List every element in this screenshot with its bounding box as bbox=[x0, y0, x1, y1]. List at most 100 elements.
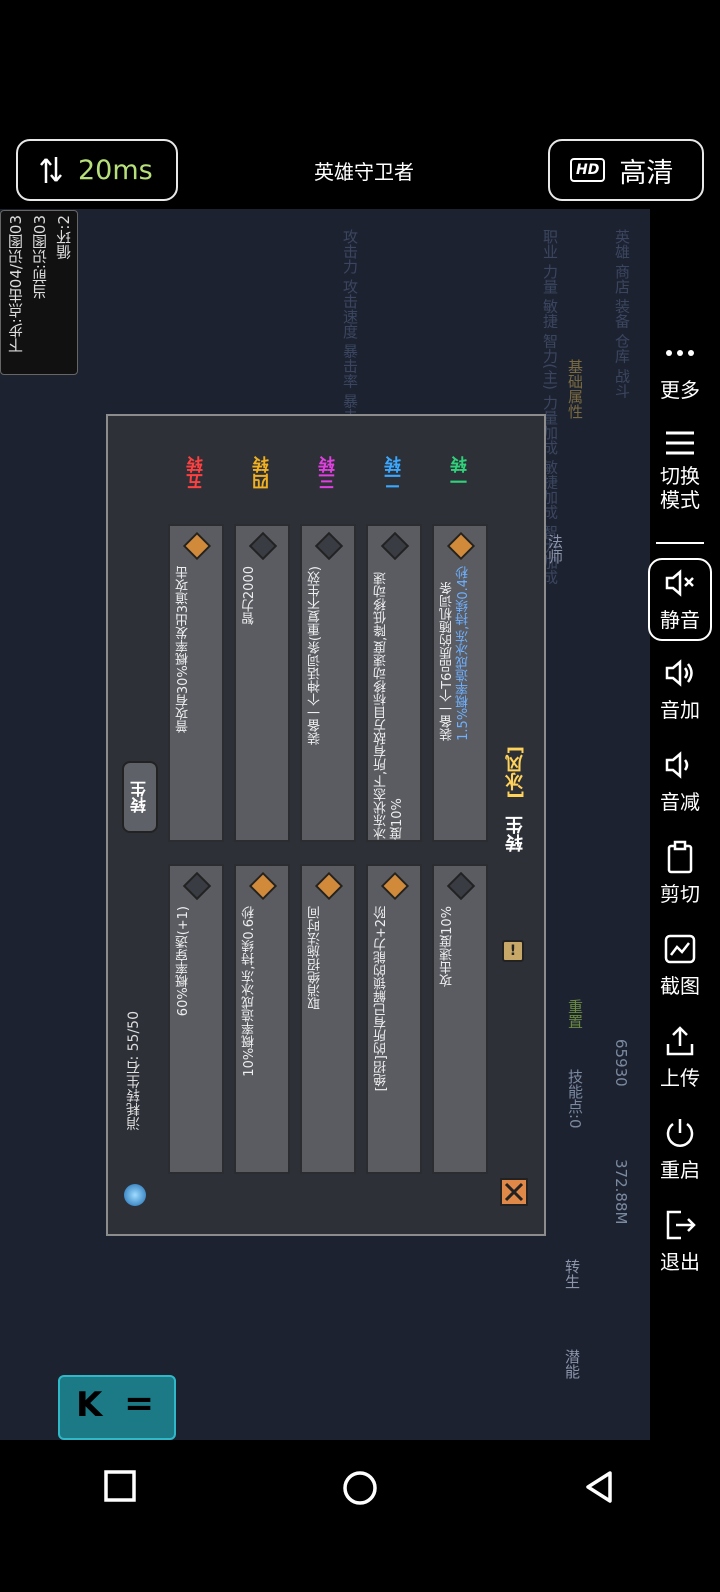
tier-1-option-a[interactable]: 装备一个T6品质的随机词条 1.5%概率造成冰冻,持续0.4秒 bbox=[432, 524, 488, 842]
tier-4-label: 四转 bbox=[253, 456, 273, 490]
image-chart-icon bbox=[664, 934, 696, 964]
info-icon[interactable]: ! bbox=[502, 940, 524, 962]
more-button[interactable]: 更多 bbox=[650, 336, 710, 403]
home-circle-icon[interactable] bbox=[342, 1470, 378, 1506]
tier-5-option-b[interactable]: 60%概率穿透(+1) bbox=[168, 864, 224, 1174]
option-text: 攻击速度10% bbox=[440, 906, 455, 987]
toolbar-divider bbox=[656, 542, 704, 544]
system-nav-bar bbox=[0, 1440, 650, 1592]
bg-skill-points: 技能点:0 bbox=[566, 1069, 584, 1129]
cut-label: 剪切 bbox=[660, 882, 700, 906]
volume-down-button[interactable]: 音减 bbox=[650, 748, 710, 815]
exit-label: 退出 bbox=[660, 1250, 700, 1274]
volume-up-label: 音加 bbox=[660, 698, 700, 722]
upload-icon bbox=[666, 1026, 694, 1056]
switch-mode-button[interactable]: 切换 模式 bbox=[650, 426, 710, 512]
unselected-diamond-icon bbox=[380, 531, 410, 561]
tier-2-label: 二转 bbox=[385, 456, 405, 490]
selected-diamond-icon bbox=[248, 871, 278, 901]
restart-button[interactable]: 重启 bbox=[650, 1116, 710, 1183]
element-tag: [冰风] bbox=[505, 746, 526, 799]
tier-4-option-a[interactable]: 智力2000 bbox=[234, 524, 290, 842]
exit-button[interactable]: 退出 bbox=[650, 1208, 710, 1275]
hamburger-icon bbox=[666, 431, 694, 455]
volume-down-icon bbox=[665, 751, 689, 779]
cut-button[interactable]: 剪切 bbox=[650, 840, 710, 907]
macro-status-panel: 循环:2 当前:识图03 下步:点击04/识图03 bbox=[0, 210, 78, 375]
unselected-diamond-icon bbox=[182, 871, 212, 901]
rebirth-button-label: 转生 bbox=[130, 781, 149, 813]
close-button[interactable] bbox=[500, 1178, 528, 1206]
hd-icon: HD bbox=[570, 158, 606, 182]
option-text: 取消绝招施法时间 bbox=[308, 906, 323, 1010]
bg-gold: 65930 bbox=[612, 1039, 630, 1087]
bg-job: 法师 bbox=[546, 534, 564, 564]
tier-4-option-b[interactable]: 10%概率造成冰冻,持续0.6秒 bbox=[234, 864, 290, 1174]
loop-current: 当前:识图03 bbox=[31, 215, 49, 300]
restart-label: 重启 bbox=[660, 1158, 700, 1182]
option-text: 冰冻状态下,所有敌方目标移动速度,降低移动速度10% bbox=[374, 571, 405, 840]
bg-talent[interactable]: 潜能 bbox=[562, 1349, 583, 1379]
unselected-diamond-icon bbox=[248, 531, 278, 561]
volume-up-button[interactable]: 音加 bbox=[650, 656, 710, 723]
quality-button[interactable]: HD 高清 bbox=[548, 139, 704, 201]
volume-up-icon bbox=[665, 659, 693, 687]
option-subtext: 1.5%概率造成冰冻,持续0.4秒 bbox=[456, 566, 471, 741]
back-triangle-icon[interactable] bbox=[584, 1470, 614, 1504]
quality-label: 高清 bbox=[619, 157, 674, 189]
volume-down-label: 音减 bbox=[660, 790, 700, 814]
more-label: 更多 bbox=[660, 378, 700, 402]
selected-diamond-icon bbox=[446, 531, 476, 561]
selected-diamond-icon bbox=[314, 871, 344, 901]
dialog-title: 转生 bbox=[505, 816, 526, 852]
option-text: 智力2000 bbox=[242, 566, 257, 626]
selected-diamond-icon bbox=[182, 531, 212, 561]
bg-coins: 372.88M bbox=[612, 1159, 630, 1225]
recents-square-icon[interactable] bbox=[104, 1470, 136, 1502]
bg-hero-tabs: 英雄 商店 装备 仓库 战斗 bbox=[613, 229, 631, 399]
loop-next: 下步:点击04/识图03 bbox=[7, 215, 25, 354]
upload-label: 上传 bbox=[660, 1066, 700, 1090]
option-text: 10%概率造成冰冻,持续0.6秒 bbox=[242, 906, 257, 1077]
option-text: 60%概率穿透(+1) bbox=[176, 906, 191, 1017]
mute-button[interactable]: 静音 bbox=[648, 558, 712, 641]
option-text: 装备一个T6品质的随机词条 bbox=[440, 581, 455, 741]
rebirth-button[interactable]: 转生 bbox=[122, 761, 158, 833]
tier-2-option-a[interactable]: 冰冻状态下,所有敌方目标移动速度,降低移动速度10% bbox=[366, 524, 422, 842]
screenshot-button[interactable]: 截图 bbox=[650, 932, 710, 999]
switch-mode-label: 切换 模式 bbox=[660, 464, 700, 512]
tier-3-label: 三转 bbox=[319, 456, 339, 490]
power-icon bbox=[666, 1119, 694, 1147]
tier-3-option-a[interactable]: 装备一个神话词条(重复不生效) bbox=[300, 524, 356, 842]
unselected-diamond-icon bbox=[446, 871, 476, 901]
rebirth-stone-icon bbox=[124, 1184, 146, 1206]
rebirth-stone-cost: 消耗转生石: 55/50 bbox=[126, 1011, 142, 1131]
unselected-diamond-icon bbox=[314, 531, 344, 561]
rebirth-dialog: [冰风] 转生 ! 一转 二转 三转 四转 五转 装备一个T6品质的随机词条 1.… bbox=[106, 414, 546, 1236]
option-text: 普攻有30%概率发出3道攻击 bbox=[176, 566, 191, 734]
tier-5-label: 五转 bbox=[187, 456, 207, 490]
option-text: [绝招]的所有已解锁的能力+2阶 bbox=[374, 906, 389, 1092]
mute-speaker-icon bbox=[665, 569, 694, 597]
mute-label: 静音 bbox=[660, 608, 700, 632]
tier-2-option-b[interactable]: [绝招]的所有已解锁的能力+2阶 bbox=[366, 864, 422, 1174]
tier-3-option-b[interactable]: 取消绝招施法时间 bbox=[300, 864, 356, 1174]
bg-reset[interactable]: 重置 bbox=[565, 999, 586, 1029]
game-menu-widget[interactable]: K = bbox=[58, 1375, 176, 1440]
tier-1-label: 一转 bbox=[451, 456, 471, 490]
loop-count: 循环:2 bbox=[55, 215, 73, 260]
upload-button[interactable]: 上传 bbox=[650, 1024, 710, 1091]
screenshot-label: 截图 bbox=[660, 974, 700, 998]
menu-icon: = bbox=[124, 1383, 155, 1424]
more-dots-icon bbox=[666, 350, 694, 356]
tier-1-option-b[interactable]: 攻击速度10% bbox=[432, 864, 488, 1174]
close-icon bbox=[504, 1182, 524, 1202]
bg-rebirth[interactable]: 转生 bbox=[562, 1259, 583, 1289]
exit-icon bbox=[666, 1210, 696, 1240]
collapse-icon: K bbox=[76, 1385, 103, 1425]
option-text: 装备一个神话词条(重复不生效) bbox=[308, 566, 323, 746]
bg-section: 基础属性 bbox=[566, 359, 584, 419]
clipboard-icon bbox=[667, 840, 693, 874]
selected-diamond-icon bbox=[380, 871, 410, 901]
tier-5-option-a[interactable]: 普攻有30%概率发出3道攻击 bbox=[168, 524, 224, 842]
